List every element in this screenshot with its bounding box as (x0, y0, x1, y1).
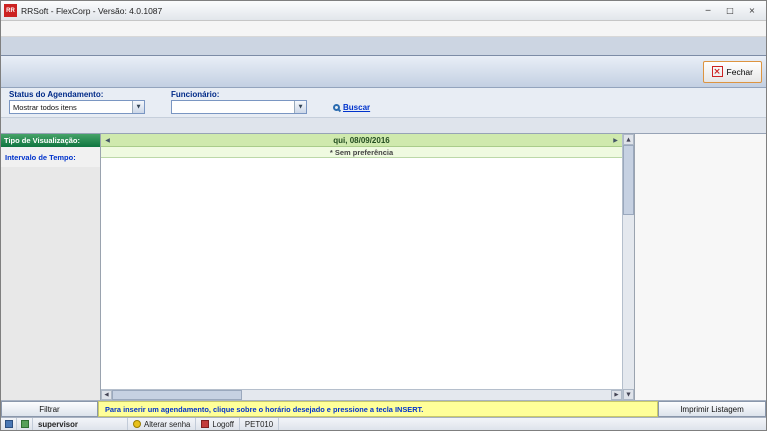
imprimir-listagem-button[interactable]: Imprimir Listagem (658, 401, 766, 417)
funcionario-select[interactable]: ▼ (171, 100, 307, 114)
computer-icon (5, 420, 13, 428)
status-app-icon-1 (1, 418, 17, 430)
title-bar: RR RRSoft - FlexCorp - Versão: 4.0.1087 … (1, 1, 766, 21)
tool-band: × Fechar (1, 56, 766, 88)
scroll-left-icon[interactable]: ◀ (101, 390, 112, 400)
connection-icon (21, 420, 29, 428)
chevron-down-icon: ▼ (294, 101, 306, 113)
professional-column-header: * Sem preferência (101, 147, 622, 158)
status-agendamento-select[interactable]: Mostrar todos itens ▼ (9, 100, 145, 114)
terminal-id: PET010 (240, 418, 279, 430)
logoff-icon (201, 420, 209, 428)
status-agendamento-value: Mostrar todos itens (13, 103, 77, 112)
buscar-label: Buscar (343, 103, 370, 112)
view-type-header: Tipo de Visualização: (1, 134, 100, 147)
content-area: Tipo de Visualização: Intervalo de Tempo… (1, 134, 766, 400)
scroll-left-icon[interactable]: ◀ (101, 137, 114, 144)
minimize-button[interactable]: ─ (697, 3, 719, 18)
vertical-scrollbar[interactable]: ▲ ▼ (622, 134, 634, 400)
funcionario-filter-group: Funcionário: ▼ (171, 90, 307, 114)
status-filter-group: Status do Agendamento: Mostrar todos ite… (9, 90, 145, 114)
key-icon (133, 420, 141, 428)
status-app-icon-2 (17, 418, 33, 430)
fechar-label: Fechar (727, 67, 753, 77)
close-button[interactable]: × (741, 3, 763, 18)
interval-label: Intervalo de Tempo: (1, 151, 100, 164)
buscar-link[interactable]: Buscar (333, 103, 370, 112)
search-icon (333, 104, 340, 111)
maximize-button[interactable]: □ (719, 3, 741, 18)
window-controls: ─ □ × (697, 3, 763, 18)
schedule-grid (101, 158, 622, 389)
scroll-down-icon[interactable]: ▼ (623, 389, 634, 400)
logoff-label: Logoff (212, 420, 234, 429)
status-bar: supervisor Alterar senha Logoff PET010 (1, 417, 766, 430)
close-x-icon: × (712, 66, 723, 77)
schedule-date-header: qui, 08/09/2016 (114, 136, 609, 145)
scroll-right-icon[interactable]: ▶ (609, 137, 622, 144)
sub-tab-strip (1, 118, 766, 134)
logoff-button[interactable]: Logoff (196, 418, 240, 430)
scroll-right-icon[interactable]: ▶ (611, 390, 622, 400)
scroll-up-icon[interactable]: ▲ (623, 134, 634, 145)
filtrar-button[interactable]: Filtrar (1, 401, 98, 417)
alterar-senha-label: Alterar senha (144, 420, 190, 429)
app-window: RR RRSoft - FlexCorp - Versão: 4.0.1087 … (0, 0, 767, 431)
window-title: RRSoft - FlexCorp - Versão: 4.0.1087 (21, 6, 162, 16)
alterar-senha-button[interactable]: Alterar senha (128, 418, 196, 430)
main-tab-strip (1, 37, 766, 56)
footer-bar: Filtrar Para inserir um agendamento, cli… (1, 400, 766, 417)
insert-hint: Para inserir um agendamento, clique sobr… (98, 401, 658, 417)
status-agendamento-label: Status do Agendamento: (9, 90, 145, 99)
statusbar-user: supervisor (33, 418, 128, 430)
statusbar-filler (279, 418, 766, 430)
scrollbar-thumb[interactable] (112, 390, 242, 400)
left-panel: Tipo de Visualização: Intervalo de Tempo… (1, 134, 101, 400)
scrollbar-thumb[interactable] (623, 145, 634, 215)
fechar-button[interactable]: × Fechar (703, 61, 762, 83)
horizontal-scrollbar[interactable]: ◀ ▶ (101, 389, 622, 400)
schedule-area: ◀ qui, 08/09/2016 ▶ * Sem preferência ◀ … (101, 134, 622, 400)
schedule-header: ◀ qui, 08/09/2016 ▶ (101, 134, 622, 147)
scrollbar-track[interactable] (623, 215, 634, 389)
app-icon: RR (4, 4, 17, 17)
panel-filler (1, 167, 100, 400)
funcionario-label: Funcionário: (171, 90, 307, 99)
chevron-down-icon: ▼ (132, 101, 144, 113)
menu-bar (1, 21, 766, 37)
legend-panel (634, 134, 766, 400)
filter-row: Status do Agendamento: Mostrar todos ite… (1, 88, 766, 118)
